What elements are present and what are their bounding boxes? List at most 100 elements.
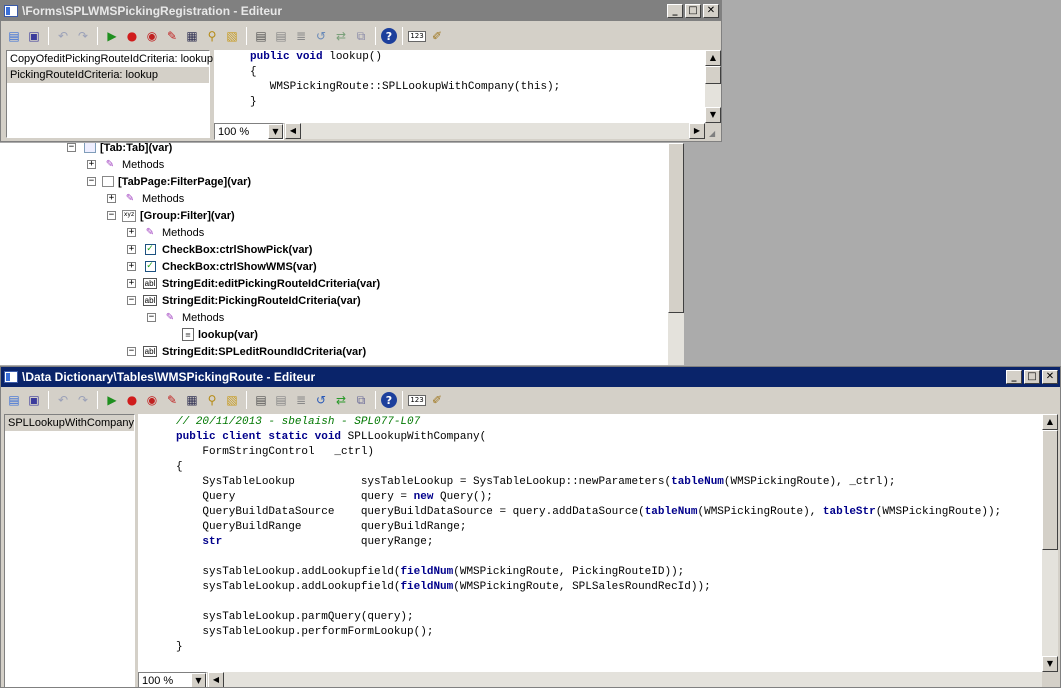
- scroll-thumb[interactable]: [1042, 430, 1058, 550]
- script-icon[interactable]: ▧: [223, 27, 241, 45]
- lookup-properties-icon[interactable]: ⚲: [203, 27, 221, 45]
- scroll-right-button[interactable]: ▶: [689, 123, 705, 139]
- breakpoint-icon[interactable]: ●: [123, 391, 141, 409]
- minimize-button[interactable]: _: [1006, 370, 1022, 384]
- tree-node-stringedit[interactable]: − abl StringEdit:PickingRouteIdCriteria(…: [127, 292, 361, 309]
- tree-node-methods[interactable]: + ✎ Methods: [107, 190, 184, 207]
- chevron-down-icon[interactable]: ▼: [191, 673, 206, 687]
- tree-node-methods[interactable]: − ✎ Methods: [147, 309, 224, 326]
- new-icon[interactable]: ▤: [5, 391, 23, 409]
- redo-icon[interactable]: ↷: [74, 27, 92, 45]
- redo-icon[interactable]: ↷: [74, 391, 92, 409]
- expand-icon[interactable]: +: [107, 194, 116, 203]
- collapse-icon[interactable]: −: [127, 347, 136, 356]
- bookmark-icon[interactable]: ⧉: [352, 27, 370, 45]
- clear-breakpoints-icon[interactable]: ✎: [163, 391, 181, 409]
- collapse-icon[interactable]: −: [107, 211, 116, 220]
- tree-node-methods[interactable]: + ✎ Methods: [87, 156, 164, 173]
- collapse-icon[interactable]: −: [127, 296, 136, 305]
- top-code-text[interactable]: public void lookup(){ WMSPickingRoute::S…: [250, 50, 560, 110]
- run-icon[interactable]: ▶: [103, 391, 121, 409]
- bookmark-icon[interactable]: ⧉: [352, 391, 370, 409]
- top-vertical-scrollbar[interactable]: ▲ ▼: [705, 50, 721, 123]
- new-icon[interactable]: ▤: [5, 27, 23, 45]
- edit-icon[interactable]: ✐: [428, 27, 446, 45]
- remove-breakpoints-icon[interactable]: ◉: [143, 27, 161, 45]
- tree-node-stringedit[interactable]: − abl StringEdit:SPLeditRoundIdCriteria(…: [127, 343, 366, 360]
- top-horizontal-scrollbar[interactable]: ◀ ▶: [285, 123, 705, 139]
- scroll-down-button[interactable]: ▼: [1042, 656, 1058, 672]
- tree-node-methods[interactable]: + ✎ Methods: [127, 224, 204, 241]
- clear-breakpoints-icon[interactable]: ✎: [163, 27, 181, 45]
- undo-icon[interactable]: ↶: [54, 27, 72, 45]
- goto-icon[interactable]: ⇄: [332, 27, 350, 45]
- tree-node-tabpage[interactable]: − [TabPage:FilterPage](var): [87, 173, 251, 190]
- close-button[interactable]: ✕: [1042, 370, 1058, 384]
- maximize-button[interactable]: □: [1024, 370, 1040, 384]
- indent-icon[interactable]: ≣: [292, 27, 310, 45]
- uncomment-icon[interactable]: ▤: [272, 391, 290, 409]
- scroll-thumb[interactable]: [705, 66, 721, 84]
- collapse-icon[interactable]: −: [87, 177, 96, 186]
- expand-icon[interactable]: +: [127, 262, 136, 271]
- breakpoint-icon[interactable]: ●: [123, 27, 141, 45]
- indent-icon[interactable]: ≣: [292, 391, 310, 409]
- method-list-item-selected[interactable]: PickingRouteIdCriteria: lookup: [7, 67, 209, 83]
- lookup-properties-icon[interactable]: ⚲: [203, 391, 221, 409]
- help-icon[interactable]: ?: [381, 28, 397, 44]
- scroll-thumb[interactable]: [668, 143, 684, 313]
- top-code-editor[interactable]: public void lookup(){ WMSPickingRoute::S…: [214, 50, 705, 123]
- bottom-vertical-scrollbar[interactable]: ▲ ▼: [1042, 414, 1058, 672]
- line-numbers-icon[interactable]: 123: [408, 394, 426, 406]
- bottom-editor-titlebar[interactable]: \Data Dictionary\Tables\WMSPickingRoute …: [1, 367, 1060, 387]
- expand-icon[interactable]: +: [127, 279, 136, 288]
- tree-node-checkbox[interactable]: + ✓ CheckBox:ctrlShowWMS(var): [127, 258, 317, 275]
- resize-grip-icon[interactable]: ◢: [709, 129, 719, 139]
- tree-node-checkbox[interactable]: + ✓ CheckBox:ctrlShowPick(var): [127, 241, 312, 258]
- method-list-item-selected[interactable]: SPLLookupWithCompany: [5, 415, 134, 431]
- collapse-icon[interactable]: −: [67, 143, 76, 152]
- help-icon[interactable]: ?: [381, 392, 397, 408]
- minimize-button[interactable]: _: [667, 4, 683, 18]
- comment-icon[interactable]: ▤: [252, 27, 270, 45]
- scroll-down-button[interactable]: ▼: [705, 107, 721, 123]
- save-icon[interactable]: ▣: [25, 27, 43, 45]
- tree-node-method[interactable]: ≡ lookup(var): [182, 326, 258, 343]
- find-icon[interactable]: ↺: [312, 27, 330, 45]
- bottom-code-editor[interactable]: // 20/11/2013 - sbelaish - SPL077-L07 pub…: [138, 414, 1042, 672]
- tree-node-group[interactable]: − xyz [Group:Filter](var): [107, 207, 235, 224]
- line-numbers-icon[interactable]: 123: [408, 30, 426, 42]
- scroll-up-button[interactable]: ▲: [705, 50, 721, 66]
- close-button[interactable]: ✕: [703, 4, 719, 18]
- bottom-zoom-select[interactable]: 100 % ▼: [138, 672, 207, 687]
- save-icon[interactable]: ▣: [25, 391, 43, 409]
- script-icon[interactable]: ▧: [223, 391, 241, 409]
- compile-icon[interactable]: ▦: [183, 391, 201, 409]
- goto-icon[interactable]: ⇄: [332, 391, 350, 409]
- scroll-left-button[interactable]: ◀: [208, 672, 224, 687]
- collapse-icon[interactable]: −: [147, 313, 156, 322]
- top-editor-titlebar[interactable]: \Forms\SPLWMSPickingRegistration - Edite…: [1, 1, 721, 21]
- comment-icon[interactable]: ▤: [252, 391, 270, 409]
- scroll-up-button[interactable]: ▲: [1042, 414, 1058, 430]
- scroll-left-button[interactable]: ◀: [285, 123, 301, 139]
- maximize-button[interactable]: □: [685, 4, 701, 18]
- expand-icon[interactable]: +: [127, 228, 136, 237]
- remove-breakpoints-icon[interactable]: ◉: [143, 391, 161, 409]
- uncomment-icon[interactable]: ▤: [272, 27, 290, 45]
- find-icon[interactable]: ↺: [312, 391, 330, 409]
- chevron-down-icon[interactable]: ▼: [268, 124, 283, 139]
- compile-icon[interactable]: ▦: [183, 27, 201, 45]
- method-list-item[interactable]: CopyOfeditPickingRouteIdCriteria: lookup: [7, 51, 213, 67]
- bottom-horizontal-scrollbar[interactable]: ◀: [208, 672, 1042, 687]
- bottom-code-text[interactable]: // 20/11/2013 - sbelaish - SPL077-L07 pub…: [176, 415, 1001, 655]
- tree-node-stringedit[interactable]: + abl StringEdit:editPickingRouteIdCrite…: [127, 275, 380, 292]
- tree-vertical-scrollbar[interactable]: [668, 143, 684, 365]
- edit-icon[interactable]: ✐: [428, 391, 446, 409]
- run-icon[interactable]: ▶: [103, 27, 121, 45]
- undo-icon[interactable]: ↶: [54, 391, 72, 409]
- tree-node-tab[interactable]: − [Tab:Tab](var): [67, 143, 172, 156]
- expand-icon[interactable]: +: [87, 160, 96, 169]
- expand-icon[interactable]: +: [127, 245, 136, 254]
- top-zoom-select[interactable]: 100 % ▼: [214, 123, 284, 140]
